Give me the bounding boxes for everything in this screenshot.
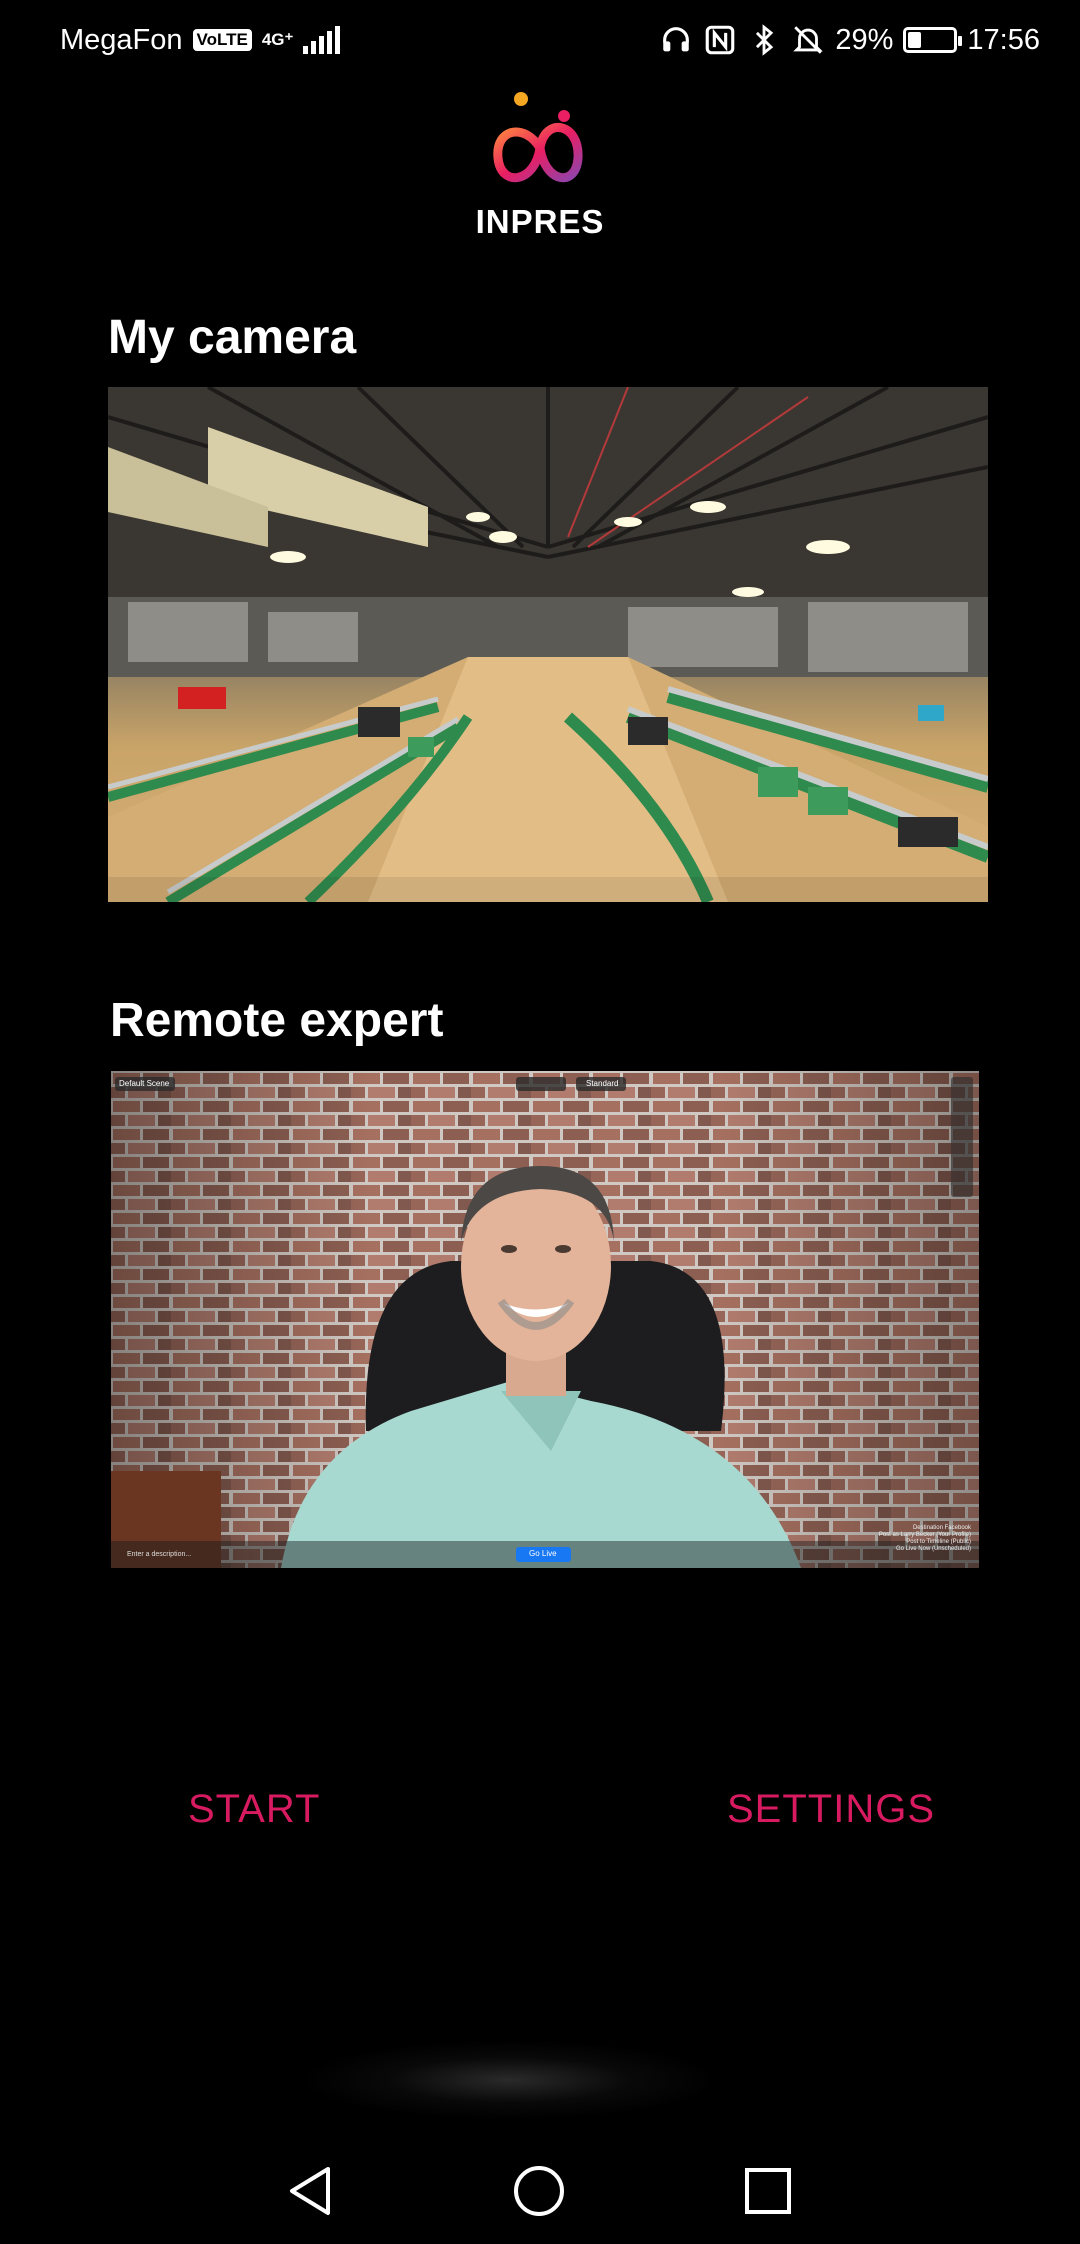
settings-button[interactable]: SETTINGS [727, 1787, 935, 1832]
bottom-glow [300, 2040, 720, 2120]
navigation-bar [0, 2136, 1080, 2244]
headphones-icon [663, 27, 690, 52]
bell-off-icon [793, 26, 824, 54]
back-button[interactable] [275, 2156, 345, 2226]
status-right: 29% 17:56 [659, 23, 1040, 57]
status-bar: MegaFon VoLTE 4G⁺ 29% 17:56 [0, 0, 1080, 80]
recents-icon [745, 2168, 791, 2214]
remote-expert-title: Remote expert [110, 994, 444, 1047]
stream-stats: Destination Facebook Post as Larry Becke… [879, 1525, 971, 1553]
factory-scene [108, 387, 988, 902]
back-icon [290, 2167, 330, 2215]
remote-expert-scene [111, 1071, 979, 1568]
signal-icon [303, 26, 341, 54]
volte-badge: VoLTE [192, 29, 252, 51]
home-icon [514, 2166, 564, 2216]
network-type: 4G⁺ [261, 30, 294, 49]
description-input[interactable]: Enter a description... [127, 1551, 191, 1558]
app-logo-icon [493, 92, 583, 183]
clock: 17:56 [967, 23, 1040, 56]
my-camera-title: My camera [108, 311, 357, 364]
scene-selector[interactable]: Default Scene [119, 1079, 169, 1088]
stat-line: Go Live Now (Unscheduled) [895, 1546, 971, 1552]
remote-expert-video[interactable]: Default Scene Standard Enter a descripti… [111, 1071, 979, 1568]
app-logo-text: INPRES [475, 203, 605, 240]
stat-line: Destination Facebook [912, 1525, 971, 1531]
battery-percent: 29% [835, 23, 894, 56]
stat-line: Post as Larry Becker (Your Profile) [878, 1532, 971, 1538]
bluetooth-icon [756, 24, 774, 56]
start-button[interactable]: START [188, 1787, 320, 1832]
recents-button[interactable] [733, 2156, 803, 2226]
battery-fill [908, 32, 922, 48]
home-button[interactable] [504, 2156, 574, 2226]
carrier-name: MegaFon [60, 23, 183, 56]
status-left: MegaFon VoLTE 4G⁺ [60, 23, 341, 57]
quality-selector[interactable]: Standard [586, 1079, 618, 1088]
battery-icon [903, 27, 963, 53]
stat-line: Post to Timeline (Public) [906, 1539, 971, 1545]
nfc-icon [706, 25, 735, 55]
my-camera-preview[interactable] [108, 387, 988, 902]
go-live-button[interactable]: Go Live [529, 1549, 557, 1558]
